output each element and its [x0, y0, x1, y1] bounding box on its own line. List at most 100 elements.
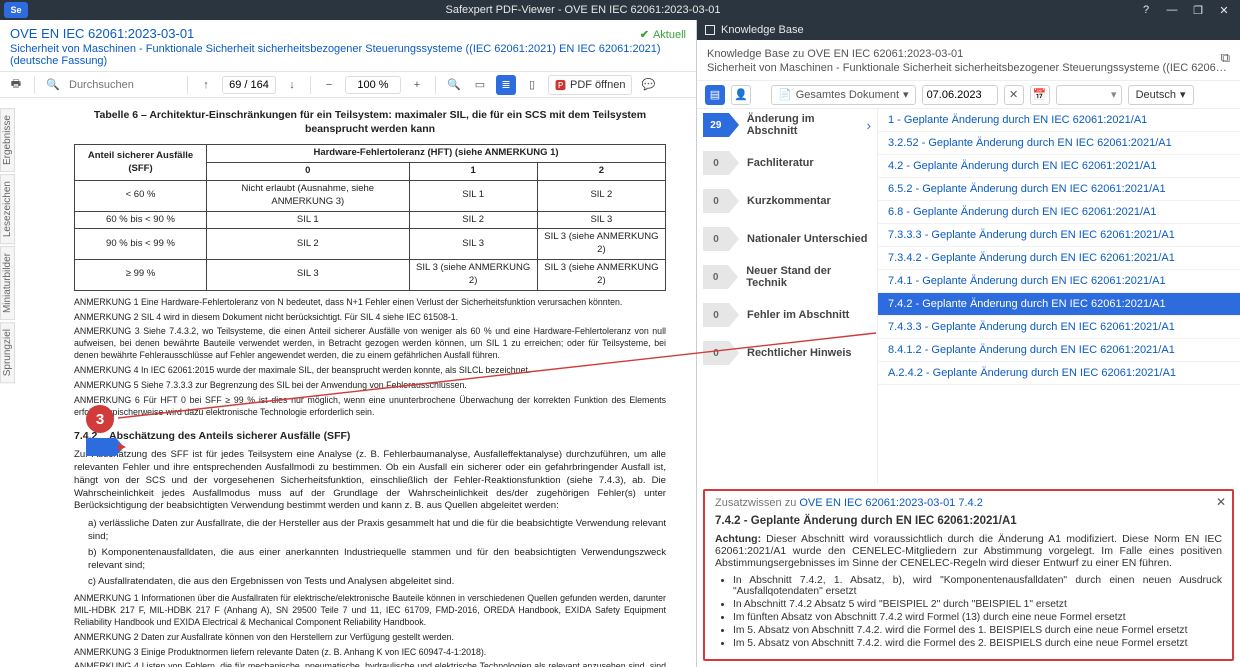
zoom-field[interactable] [345, 76, 401, 94]
kb-categories: 29Änderung im Abschnitt› 0 Fachliteratur 0 K… [697, 109, 877, 485]
table-cell: < 60 % [75, 180, 207, 211]
zoom-fit-icon[interactable]: 🔍 [444, 75, 464, 95]
help-button[interactable]: ? [1138, 4, 1154, 17]
page-up-icon[interactable]: ↑ [196, 75, 216, 95]
kb-language-dropdown[interactable]: Deutsch ▾ [1128, 85, 1194, 105]
kb-list-item[interactable]: 6.5.2 - Geplante Änderung durch EN IEC 6… [878, 178, 1240, 201]
table-cell: SIL 2 [409, 211, 537, 229]
page-down-icon[interactable]: ↓ [282, 75, 302, 95]
kb-pane: Knowledge Base Knowledge Base zu OVE EN … [697, 20, 1240, 667]
kb-category-label: Nationaler Unterschied [747, 233, 867, 245]
table-cell: SIL 3 (siehe ANMERKUNG 2) [537, 229, 665, 260]
kb-list-item[interactable]: 7.4.1 - Geplante Änderung durch EN IEC 6… [878, 270, 1240, 293]
kb-list-item[interactable]: 7.3.3.3 - Geplante Änderung durch EN IEC… [878, 224, 1240, 247]
kb-view-cards-icon[interactable]: ▤ [705, 85, 725, 105]
kb-category-label: Änderung im Abschnitt [747, 113, 867, 137]
th-0: 0 [207, 163, 410, 181]
kb-category[interactable]: 0 Kurzkommentar [703, 189, 871, 213]
single-page-icon[interactable]: ▯ [522, 75, 542, 95]
kb-detail-close-icon[interactable]: ✕ [1216, 495, 1226, 509]
th-1: 1 [409, 163, 537, 181]
kb-category[interactable]: 29Änderung im Abschnitt› [703, 113, 871, 137]
kb-list-item[interactable]: 7.3.4.2 - Geplante Änderung durch EN IEC… [878, 247, 1240, 270]
kb-view-user-icon[interactable]: 👤 [731, 85, 751, 105]
table-cell: ≥ 99 % [75, 260, 207, 291]
print-icon[interactable]: 🖶 [6, 75, 26, 95]
zoom-in-icon[interactable]: + [407, 75, 427, 95]
kb-header: Knowledge Base [697, 20, 1240, 40]
kb-lang-label: Deutsch [1136, 89, 1176, 101]
th-sff: Anteil sicherer Ausfälle (SFF) [75, 145, 207, 181]
table-cell: SIL 3 [409, 229, 537, 260]
table-note: ANMERKUNG 3 Siehe 7.4.3.2, wo Teilsystem… [74, 326, 666, 362]
table-cell: SIL 1 [409, 180, 537, 211]
table-cell: SIL 1 [207, 211, 410, 229]
kb-list-item[interactable]: 7.4.3.3 - Geplante Änderung durch EN IEC… [878, 316, 1240, 339]
section-list: a) verlässliche Daten zur Ausfallrate, d… [88, 518, 666, 589]
kb-category[interactable]: 0 Fachliteratur [703, 151, 871, 175]
kb-scope-dropdown[interactable]: 📄 Gesamtes Dokument ▾ [771, 85, 916, 105]
kb-bullet: Im 5. Absatz von Abschnitt 7.4.2. wird d… [733, 625, 1222, 636]
restore-button[interactable]: ❐ [1190, 4, 1206, 17]
chevron-down-icon: ▾ [1180, 88, 1186, 101]
kb-scope-label: Gesamtes Dokument [796, 89, 899, 101]
window-title: Safexpert PDF-Viewer - OVE EN IEC 62061:… [28, 4, 1138, 16]
kb-detail-link[interactable]: OVE EN IEC 62061:2023-03-01 7.4.2 [799, 497, 982, 509]
table-cell: SIL 3 (siehe ANMERKUNG 2) [409, 260, 537, 291]
page-field[interactable] [222, 76, 276, 94]
kb-list-item[interactable]: 7.4.2 - Geplante Änderung durch EN IEC 6… [878, 293, 1240, 316]
th-hft: Hardware-Fehlertoleranz (HFT) (siehe ANM… [207, 145, 666, 163]
kb-category-label: Kurzkommentar [747, 195, 831, 207]
kb-date-input[interactable] [922, 85, 998, 105]
doc-subtitle: Sicherheit von Maschinen - Funktionale S… [10, 43, 686, 67]
kb-category[interactable]: 0Neuer Stand der Technik [703, 265, 871, 289]
kb-list-item[interactable]: 1 - Geplante Änderung durch EN IEC 62061… [878, 109, 1240, 132]
kb-toolbar: ▤ 👤 📄 Gesamtes Dokument ▾ ✕ 📅 ▾ Deutsch … [697, 81, 1240, 109]
li-a: a) verlässliche Daten zur Ausfallrate, d… [88, 518, 666, 544]
kb-category-count: 0 [703, 151, 729, 175]
pdf-toolbar: 🖶 🔍 ↑ ↓ − + 🔍 ▭ ≣ ▯ 🅿 PDF öffnen 💬 [0, 72, 696, 98]
kb-detail-title: 7.4.2 - Geplante Änderung durch EN IEC 6… [715, 515, 1222, 527]
chevron-right-icon: › [867, 118, 871, 133]
section-title: 7.4.2 Abschätzung des Anteils sicherer A… [74, 429, 666, 443]
kb-detail-panel: ✕ Zusatzwissen zu OVE EN IEC 62061:2023-… [703, 489, 1234, 661]
kb-calendar-icon[interactable]: 📅 [1030, 85, 1050, 105]
kb-category[interactable]: 0Rechtlicher Hinweis [703, 341, 871, 365]
kb-bullet: In Abschnitt 7.4.2 Absatz 5 wird "BEISPI… [733, 599, 1222, 610]
kb-list-item[interactable]: A.2.4.2 - Geplante Änderung durch EN IEC… [878, 362, 1240, 385]
zoom-out-icon[interactable]: − [319, 75, 339, 95]
table-caption: Tabelle 6 – Architektur-Einschränkungen … [74, 108, 666, 136]
kb-list-item[interactable]: 3.2.52 - Geplante Änderung durch EN IEC … [878, 132, 1240, 155]
comment-icon[interactable]: 💬 [638, 75, 658, 95]
minimize-button[interactable]: — [1164, 4, 1180, 17]
kb-list-item[interactable]: 8.4.1.2 - Geplante Änderung durch EN IEC… [878, 339, 1240, 362]
kb-category-count: 0 [703, 227, 729, 251]
search-input[interactable] [69, 79, 179, 91]
kb-filter-dropdown[interactable]: ▾ [1056, 85, 1122, 105]
close-button[interactable]: ✕ [1216, 4, 1232, 17]
kb-line1: Knowledge Base zu OVE EN IEC 62061:2023-… [707, 48, 1230, 60]
doc-title: OVE EN IEC 62061:2023-03-01 [10, 26, 686, 41]
section-bookmark[interactable] [86, 438, 116, 456]
kb-result-list: 1 - Geplante Änderung durch EN IEC 62061… [877, 109, 1240, 485]
kb-category-count: 0 [703, 189, 729, 213]
open-pdf-button[interactable]: 🅿 PDF öffnen [548, 75, 632, 95]
continuous-icon[interactable]: ≣ [496, 75, 516, 95]
kb-list-item[interactable]: 6.8 - Geplante Änderung durch EN IEC 620… [878, 201, 1240, 224]
table-cell: SIL 3 [207, 260, 410, 291]
table-cell: 90 % bis < 99 % [75, 229, 207, 260]
kb-detail-achtung: Achtung: Dieser Abschnitt wird voraussic… [715, 533, 1222, 569]
kb-category[interactable]: 0Fehler im Abschnitt [703, 303, 871, 327]
fit-width-icon[interactable]: ▭ [470, 75, 490, 95]
external-link-icon[interactable]: ⧉ [1221, 50, 1230, 66]
kb-list-item[interactable]: 4.2 - Geplante Änderung durch EN IEC 620… [878, 155, 1240, 178]
kb-date-clear-icon[interactable]: ✕ [1004, 85, 1024, 105]
table-cell: SIL 3 [537, 211, 665, 229]
search-icon[interactable]: 🔍 [43, 75, 63, 95]
kb-detail-header: Zusatzwissen zu OVE EN IEC 62061:2023-03… [715, 497, 1222, 509]
kb-category[interactable]: 0 Nationaler Unterschied [703, 227, 871, 251]
kb-category-label: Fachliteratur [747, 157, 814, 169]
kb-line2: Sicherheit von Maschinen - Funktionale S… [707, 62, 1230, 74]
kb-category-label: Rechtlicher Hinweis [747, 347, 852, 359]
th-2: 2 [537, 163, 665, 181]
